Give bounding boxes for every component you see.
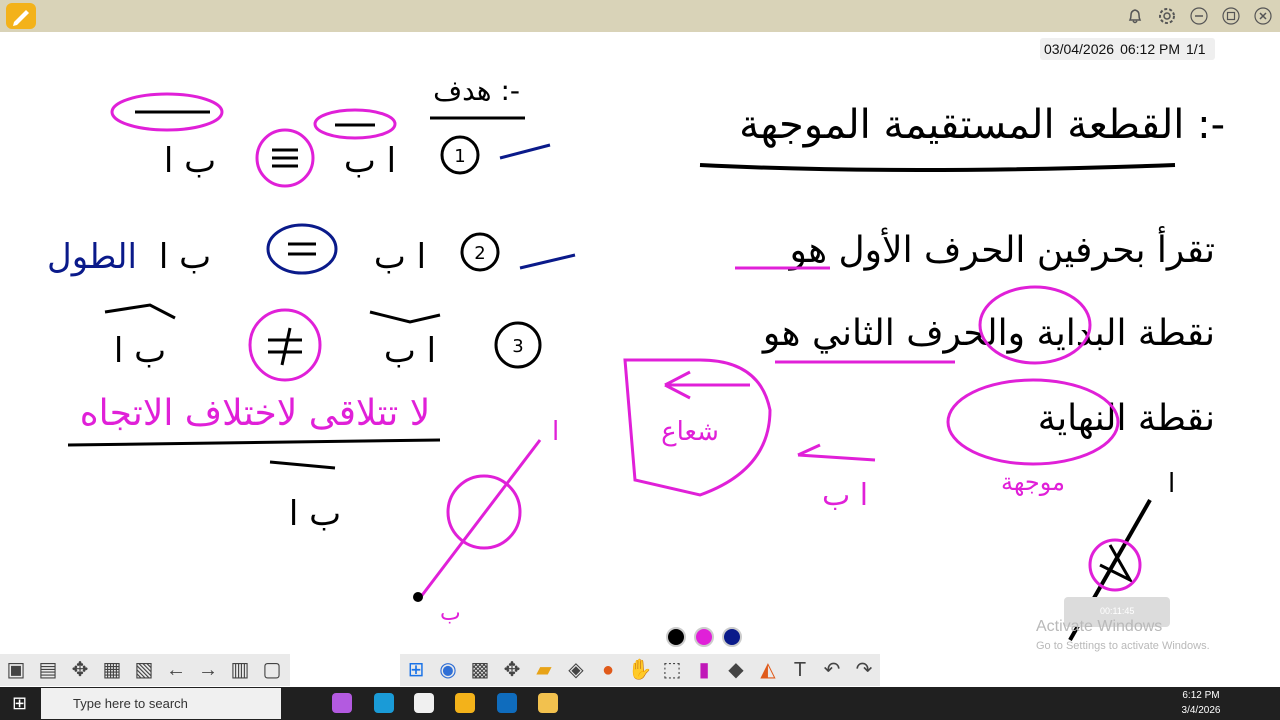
not-equal-sign (268, 327, 302, 366)
slideshow-icon[interactable]: ▤ (34, 656, 62, 684)
arrow-over-bottom (269, 460, 336, 470)
item-2-ba: ب ا (159, 237, 211, 277)
clock-time: 6:12 PM (1182, 690, 1220, 701)
item-3-num: 3 (512, 336, 523, 357)
minimize-icon[interactable] (1189, 6, 1209, 26)
bell-icon[interactable] (1125, 6, 1145, 26)
vec-ab-1: ا ب (344, 141, 396, 181)
image-icon[interactable]: ▣ (2, 656, 30, 684)
item-3-ab: ا ب (384, 331, 436, 371)
eraser-icon[interactable]: ◆ (722, 656, 750, 684)
arrow-right-icon[interactable]: → (194, 656, 222, 684)
item-1-num: 1 (454, 146, 465, 167)
heading-text: القطعة المستقيمة الموجهة :- (739, 102, 1225, 148)
whiteboard-canvas[interactable]: القطعة المستقيمة الموجهة :- تقرأ بحرفين … (0, 32, 1280, 687)
arrow-over-3a (369, 310, 441, 324)
item-2-length: الطول (47, 237, 137, 277)
check-1 (499, 143, 551, 160)
item-3-ba: ب ا (114, 331, 166, 371)
redo-icon[interactable]: ↷ (850, 656, 878, 684)
store-icon[interactable] (414, 693, 434, 713)
title-bar (0, 0, 1280, 32)
definition-line-2: نقطة البداية والحرف الثاني هو (761, 313, 1215, 354)
definition-line-1: تقرأ بحرفين الحرف الأول هو (787, 226, 1215, 271)
restore-icon[interactable] (1221, 6, 1241, 26)
ray-arrow (664, 370, 750, 400)
activate-title: Activate Windows (1036, 618, 1163, 635)
close-icon[interactable] (1253, 6, 1273, 26)
undo-icon[interactable]: ↶ (818, 656, 846, 684)
copilot-icon[interactable] (332, 693, 352, 713)
vec-ba-1: ب ا (164, 141, 216, 181)
windows-icon[interactable]: ⊞ (402, 656, 430, 684)
check-2 (519, 253, 576, 270)
right-ab-label: ا ب (822, 478, 868, 513)
left-ray-line (418, 439, 542, 599)
clock-date: 3/4/2026 (1181, 705, 1221, 716)
vector-arrow-right (797, 443, 876, 462)
edge-icon[interactable] (374, 693, 394, 713)
pan-icon[interactable]: ✥ (498, 656, 526, 684)
clipboard-icon[interactable]: ▧ (130, 656, 158, 684)
item-2-ab: ا ب (374, 237, 426, 277)
whiteboard-app-icon[interactable] (455, 693, 475, 713)
box-icon[interactable]: ◈ (562, 656, 590, 684)
add-page-icon[interactable]: ▥ (226, 656, 254, 684)
color-navy[interactable] (722, 627, 742, 647)
apps-icon[interactable]: ◉ (434, 656, 462, 684)
gear-icon[interactable] (1157, 6, 1177, 26)
conclusion-underline (67, 438, 441, 447)
conclusion-text: لا تتلاقى لاختلاف الاتجاه (80, 393, 431, 434)
arrow-over-3b (104, 303, 176, 320)
bottom-ab: ب ا (289, 494, 341, 534)
taskbar-clock[interactable]: 6:12 PM 3/4/2026 (1178, 688, 1224, 718)
select-icon[interactable]: ⬚ (658, 656, 686, 684)
recorder-time: 00:11:45 (1100, 606, 1135, 616)
page-count-icon[interactable]: ▢ (258, 656, 286, 684)
outlook-icon[interactable] (497, 693, 517, 713)
move-icon[interactable]: ✥ (66, 656, 94, 684)
equals-circle-2 (266, 223, 338, 275)
equiv-sign (272, 148, 298, 168)
color-magenta[interactable] (694, 627, 714, 647)
left-ray-endpoint (413, 592, 423, 602)
hand-icon[interactable]: ✋ (626, 656, 654, 684)
left-heading: هدف :- (433, 74, 520, 107)
left-ray-b: ب (440, 601, 461, 626)
file-explorer-icon[interactable] (538, 693, 558, 713)
marker-icon[interactable]: ▮ (690, 656, 718, 684)
item-2-num: 2 (474, 243, 485, 264)
app-logo-pencil-icon[interactable] (6, 3, 36, 29)
shapes-icon[interactable]: ◭ (754, 656, 782, 684)
arrow-left-icon[interactable]: ← (162, 656, 190, 684)
screenshot-icon[interactable]: ▩ (466, 656, 494, 684)
equals-sign (288, 242, 316, 256)
browser-icon[interactable]: ● (594, 656, 622, 684)
folder-icon[interactable]: ▰ (530, 656, 558, 684)
activate-sub: Go to Settings to activate Windows. (1036, 640, 1210, 652)
label-directed: موجهة (1001, 468, 1065, 496)
template-icon[interactable]: ▦ (98, 656, 126, 684)
start-icon[interactable]: ⊞ (12, 694, 30, 712)
left-ray-a: ا (552, 417, 559, 447)
text-icon[interactable]: T (786, 656, 814, 684)
point-a-label: ا (1168, 469, 1175, 499)
label-ray: شعاع (661, 417, 719, 447)
search-placeholder: Type here to search (73, 696, 188, 711)
color-black[interactable] (666, 627, 686, 647)
heading-underline (699, 163, 1176, 172)
definition-line-3: نقطة النهاية (1038, 398, 1215, 439)
